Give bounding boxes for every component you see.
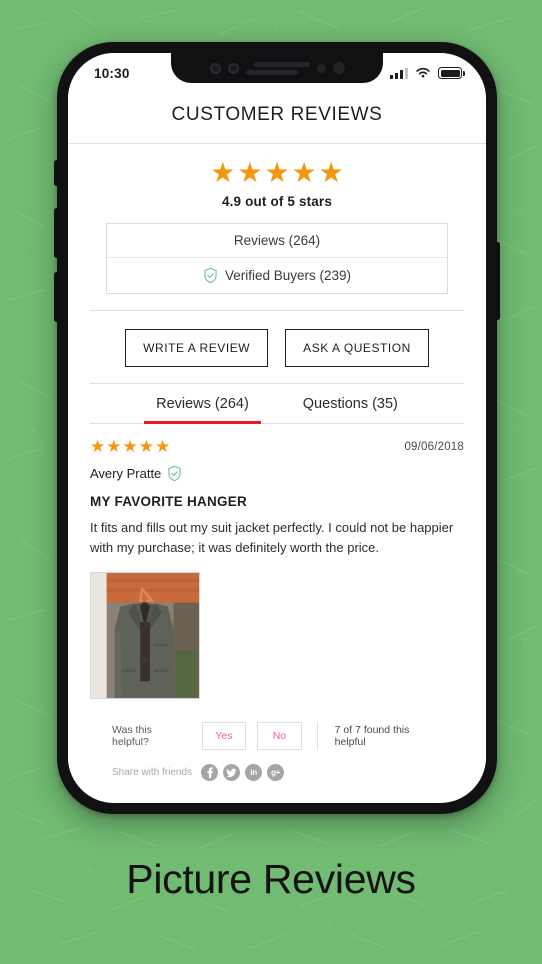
- social-icons: in g+: [201, 764, 285, 782]
- share-label: Share with friends: [112, 767, 193, 779]
- reviews-count-row[interactable]: Reviews (264): [107, 224, 447, 257]
- linkedin-icon[interactable]: in: [245, 764, 263, 782]
- review-body: It fits and fills out my suit jacket per…: [90, 520, 454, 556]
- share-row: Share with friends in g+: [112, 764, 442, 801]
- star-icon: ★: [264, 157, 290, 188]
- power-button[interactable]: [495, 242, 500, 320]
- star-icon: ★: [90, 437, 106, 456]
- star-icon: ★: [210, 157, 236, 188]
- earpiece-speaker: [245, 61, 310, 75]
- helpful-row: Was this helpful? Yes No 7 of 7 found th…: [112, 718, 442, 751]
- volume-up-button[interactable]: [54, 208, 59, 258]
- phone-notch: [171, 53, 383, 83]
- tab-questions[interactable]: Questions (35): [289, 384, 412, 423]
- volume-down-button[interactable]: [54, 272, 59, 322]
- phone-screen: 10:30 CUSTOMER REVIEWS ★ ★ ★ ★ ★ 4.9 out…: [68, 53, 486, 803]
- average-rating-stars: ★ ★ ★ ★ ★: [68, 159, 486, 187]
- reviews-count-label: Reviews (264): [233, 233, 321, 248]
- average-rating-text: 4.9 out of 5 stars: [222, 194, 332, 209]
- action-buttons: WRITE A REVIEW ASK A QUESTION: [68, 311, 486, 383]
- page-title: CUSTOMER REVIEWS: [68, 93, 486, 144]
- proximity-sensor-icon: [316, 63, 326, 73]
- cellular-signal-icon: [390, 67, 408, 79]
- counts-box: Reviews (264) Verified Buyers (239): [106, 223, 448, 294]
- helpful-count: 7 of 7 found this helpful: [334, 724, 410, 749]
- face-sensor-icon: [227, 62, 239, 74]
- ask-question-button[interactable]: ASK A QUESTION: [285, 329, 429, 367]
- googleplus-icon[interactable]: g+: [267, 764, 285, 782]
- status-time: 10:30: [94, 65, 130, 81]
- caption-text: Picture Reviews: [126, 856, 416, 902]
- star-icon: ★: [138, 437, 154, 456]
- star-icon: ★: [318, 157, 344, 188]
- verified-buyers-label: Verified Buyers (239): [224, 268, 352, 283]
- battery-full-icon: [438, 67, 465, 79]
- write-review-button[interactable]: WRITE A REVIEW: [125, 329, 269, 367]
- helpful-question: Was this helpful?: [112, 724, 152, 749]
- star-icon: ★: [106, 437, 122, 456]
- reviewer-name: Avery Pratte: [90, 466, 162, 481]
- review-item: ★ ★ ★ ★ ★ 09/06/2018 Avery Pratte MY FAV…: [68, 424, 486, 801]
- review-date: 09/06/2018: [404, 440, 464, 453]
- review-rating-stars: ★ ★ ★ ★ ★: [90, 438, 170, 455]
- ambient-light-sensor-icon: [332, 62, 345, 74]
- content-tabs: Reviews (264) Questions (35): [90, 383, 464, 424]
- helpful-yes-button[interactable]: Yes: [201, 722, 247, 751]
- verified-shield-icon: [168, 465, 181, 482]
- helpful-no-button[interactable]: No: [257, 722, 302, 751]
- facebook-icon[interactable]: [201, 764, 219, 782]
- twitter-icon[interactable]: [223, 764, 241, 782]
- reviews-screen: ★ ★ ★ ★ ★ 4.9 out of 5 stars Reviews (26…: [68, 144, 486, 802]
- phone-mockup: 10:30 CUSTOMER REVIEWS ★ ★ ★ ★ ★ 4.9 out…: [54, 42, 500, 814]
- star-icon: ★: [155, 437, 171, 456]
- star-icon: ★: [291, 157, 317, 188]
- star-icon: ★: [122, 437, 138, 456]
- review-title: MY FAVORITE HANGER: [90, 494, 248, 509]
- reviewer-row: Avery Pratte: [90, 465, 464, 482]
- rating-summary: ★ ★ ★ ★ ★ 4.9 out of 5 stars Reviews (26…: [68, 144, 486, 294]
- verified-shield-icon: [204, 267, 217, 284]
- review-photo[interactable]: [90, 572, 200, 700]
- star-icon: ★: [237, 157, 263, 188]
- verified-buyers-row[interactable]: Verified Buyers (239): [107, 257, 447, 293]
- mute-switch[interactable]: [54, 160, 59, 186]
- tab-reviews[interactable]: Reviews (264): [142, 384, 263, 424]
- helpful-divider: [316, 722, 318, 751]
- review-header: ★ ★ ★ ★ ★ 09/06/2018: [90, 438, 464, 455]
- wifi-icon: [416, 67, 430, 78]
- front-camera-icon: [209, 62, 221, 74]
